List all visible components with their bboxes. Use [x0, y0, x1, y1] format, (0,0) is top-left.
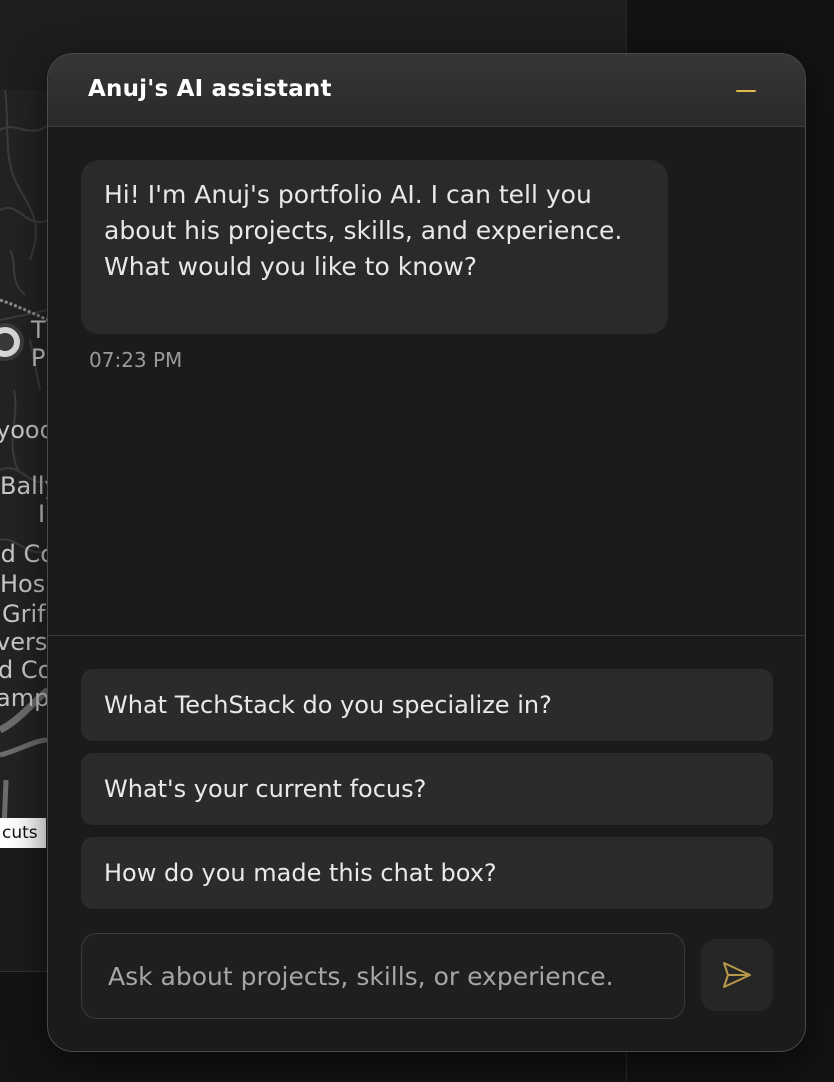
suggestion-button-chat-box[interactable]: How do you made this chat box? — [81, 837, 773, 909]
map-label: I — [38, 500, 46, 528]
suggestion-button-techstack[interactable]: What TechStack do you specialize in? — [81, 669, 773, 741]
chat-title: Anuj's AI assistant — [88, 76, 332, 102]
map-label: d Co — [0, 656, 48, 684]
chat-window: Anuj's AI assistant Hi! I'm Anuj's portf… — [47, 53, 806, 1052]
map-label: amp — [0, 684, 48, 712]
message-timestamp: 07:23 PM — [89, 348, 183, 372]
background-page-left-lower — [0, 848, 48, 972]
map-shortcuts-link[interactable]: cuts — [0, 818, 46, 848]
map-label: ld Co — [0, 540, 48, 568]
assistant-message-bubble: Hi! I'm Anuj's portfolio AI. I can tell … — [81, 160, 668, 334]
send-button[interactable] — [701, 939, 773, 1011]
map-label: Bally — [0, 472, 48, 500]
map-label: yood — [0, 416, 48, 444]
message-list[interactable]: Hi! I'm Anuj's portfolio AI. I can tell … — [48, 128, 805, 635]
map-roads — [0, 90, 48, 831]
chat-input[interactable] — [81, 933, 685, 1019]
map-label: Grif — [2, 600, 46, 628]
minus-icon — [736, 90, 756, 92]
chat-header: Anuj's AI assistant — [48, 54, 805, 127]
minimize-button[interactable] — [729, 76, 763, 106]
suggestion-button-current-focus[interactable]: What's your current focus? — [81, 753, 773, 825]
map-panel[interactable]: T P yood Bally I ld Co Hos Grif vers d C… — [0, 90, 48, 848]
composer — [81, 933, 773, 1019]
send-icon — [723, 962, 751, 988]
map-label: vers — [0, 628, 48, 656]
map-label: T — [31, 316, 46, 344]
divider — [48, 635, 805, 636]
map-label: Hos — [0, 570, 46, 598]
map-label: P — [31, 344, 46, 372]
